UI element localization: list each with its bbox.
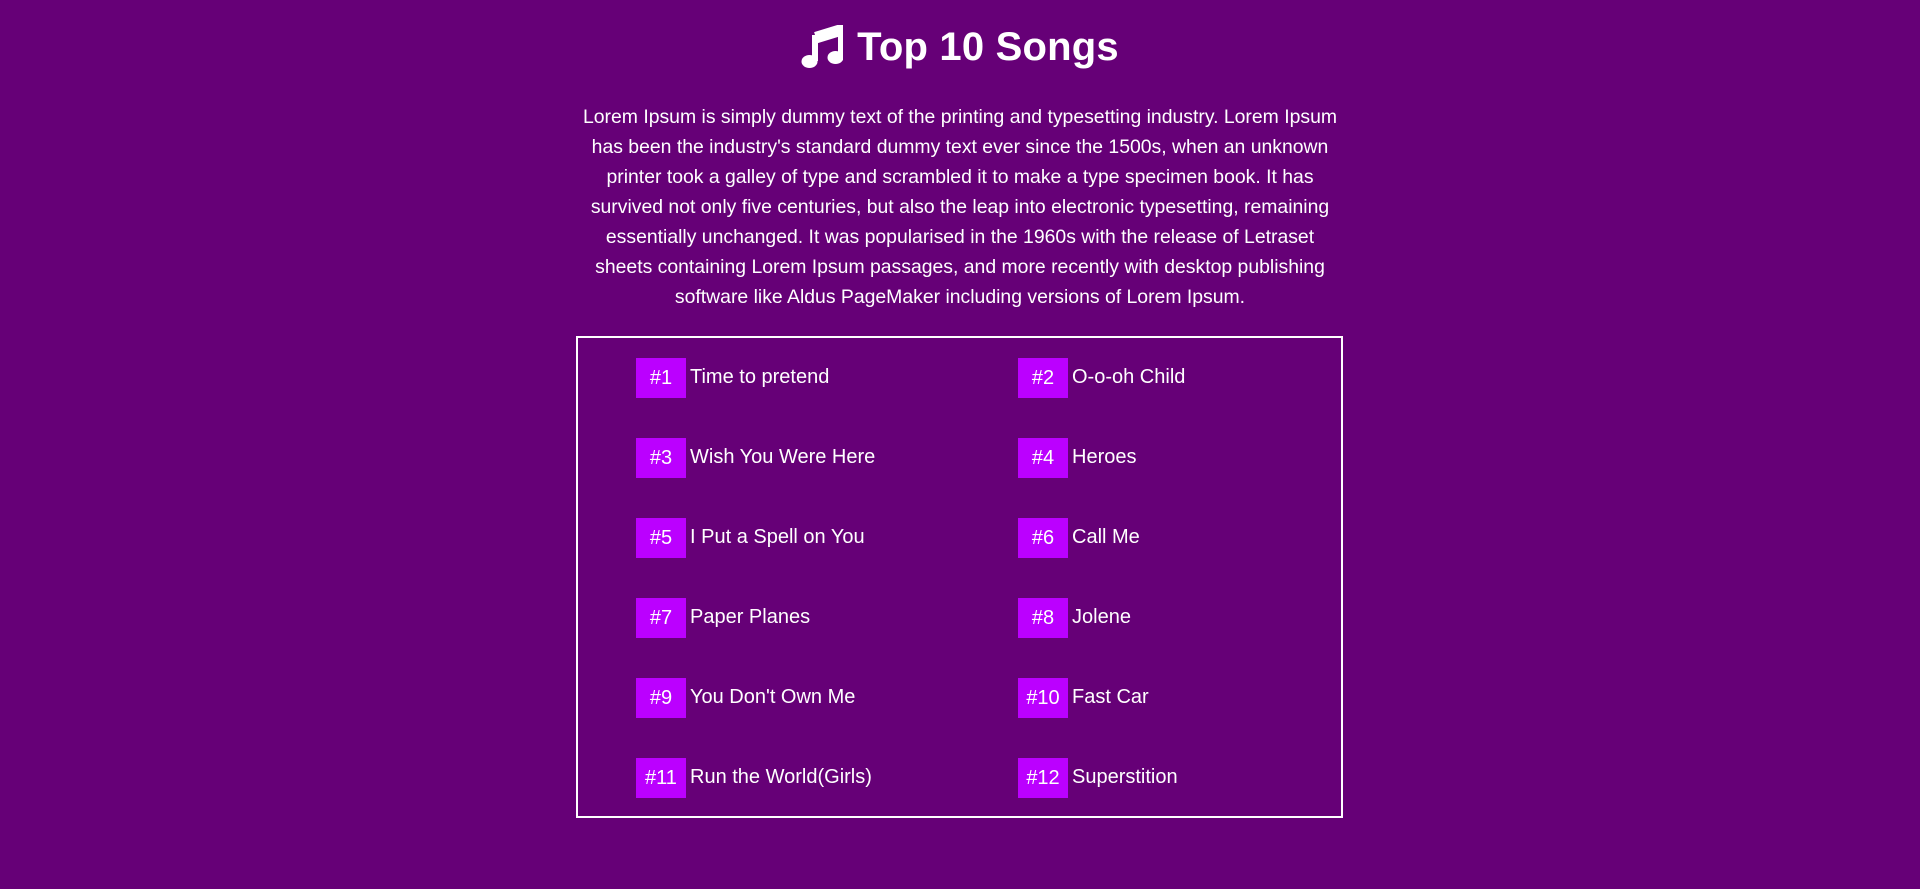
song-title: Superstition [1072, 765, 1178, 788]
song-title: You Don't Own Me [690, 685, 856, 708]
song-title: Heroes [1072, 445, 1137, 468]
page-header: Top 10 Songs [0, 22, 1920, 72]
song-title: I Put a Spell on You [690, 525, 865, 548]
song-item[interactable]: #5 I Put a Spell on You [636, 518, 865, 558]
song-title: Call Me [1072, 525, 1140, 548]
song-title: Fast Car [1072, 685, 1149, 708]
song-item[interactable]: #6 Call Me [1018, 518, 1140, 558]
song-item[interactable]: #12 Superstition [1018, 758, 1178, 798]
song-title: Time to pretend [690, 365, 830, 388]
song-item[interactable]: #4 Heroes [1018, 438, 1136, 478]
song-item[interactable]: #10 Fast Car [1018, 678, 1149, 718]
rank-badge: #4 [1018, 438, 1068, 478]
song-item[interactable]: #9 You Don't Own Me [636, 678, 855, 718]
rank-badge: #6 [1018, 518, 1068, 558]
song-item[interactable]: #11 Run the World(Girls) [636, 758, 872, 798]
song-title: O-o-oh Child [1072, 365, 1186, 388]
song-title: Jolene [1072, 605, 1131, 628]
song-title: Paper Planes [690, 605, 811, 628]
rank-badge: #3 [636, 438, 686, 478]
page-title: Top 10 Songs [857, 25, 1119, 69]
rank-badge: #12 [1018, 758, 1068, 798]
rank-badge: #8 [1018, 598, 1068, 638]
intro-paragraph: Lorem Ipsum is simply dummy text of the … [582, 106, 1338, 308]
songs-list: #1 Time to pretend #2 O-o-oh Child #3 Wi… [576, 336, 1343, 818]
rank-badge: #9 [636, 678, 686, 718]
song-title: Run the World(Girls) [690, 765, 872, 788]
song-title: Wish You Were Here [690, 445, 876, 468]
rank-badge: #10 [1018, 678, 1068, 718]
song-item[interactable]: #3 Wish You Were Here [636, 438, 875, 478]
music-note-icon [801, 25, 844, 69]
song-item[interactable]: #2 O-o-oh Child [1018, 358, 1185, 398]
song-item[interactable]: #8 Jolene [1018, 598, 1131, 638]
rank-badge: #7 [636, 598, 686, 638]
rank-badge: #11 [636, 758, 686, 798]
song-item[interactable]: #1 Time to pretend [636, 358, 829, 398]
rank-badge: #5 [636, 518, 686, 558]
header-inner: Top 10 Songs [801, 22, 1119, 72]
rank-badge: #2 [1018, 358, 1068, 398]
rank-badge: #1 [636, 358, 686, 398]
song-item[interactable]: #7 Paper Planes [636, 598, 810, 638]
